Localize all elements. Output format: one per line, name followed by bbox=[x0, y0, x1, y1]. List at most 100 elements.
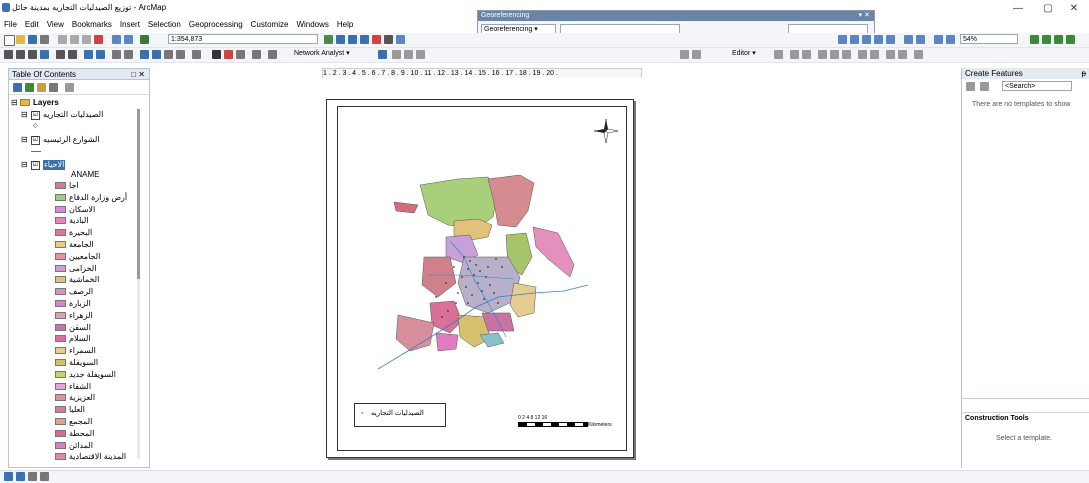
python-icon[interactable] bbox=[384, 35, 393, 44]
list-by-drawing-order-icon[interactable] bbox=[13, 83, 22, 92]
arctoolbox-icon[interactable] bbox=[372, 35, 381, 44]
menu-view[interactable]: View bbox=[43, 18, 68, 32]
solve-icon[interactable] bbox=[416, 50, 425, 59]
zoom-in-fixed-icon[interactable] bbox=[934, 35, 943, 44]
layer-visibility-checkbox[interactable]: ☑ bbox=[31, 136, 40, 145]
class-item[interactable]: الخزامى bbox=[9, 264, 135, 274]
viewer-window-icon[interactable] bbox=[268, 50, 277, 59]
class-color-swatch[interactable] bbox=[55, 252, 66, 260]
layout-tool-3-icon[interactable] bbox=[862, 35, 871, 44]
full-extent-icon[interactable] bbox=[40, 50, 49, 59]
class-color-swatch[interactable] bbox=[55, 264, 66, 272]
sketch-properties-icon[interactable] bbox=[898, 50, 907, 59]
editor-toolbar-icon[interactable] bbox=[324, 35, 333, 44]
focus-frame-icon[interactable] bbox=[1042, 35, 1051, 44]
menu-geoprocessing[interactable]: Geoprocessing bbox=[185, 18, 247, 32]
time-slider-icon[interactable] bbox=[252, 50, 261, 59]
class-color-swatch[interactable] bbox=[55, 418, 66, 425]
undo-icon[interactable] bbox=[112, 35, 121, 44]
class-item[interactable]: السفن bbox=[9, 323, 135, 333]
menu-insert[interactable]: Insert bbox=[116, 18, 144, 32]
list-by-source-icon[interactable] bbox=[25, 83, 34, 92]
find-icon[interactable] bbox=[212, 50, 221, 59]
class-item[interactable]: الخماشية bbox=[9, 275, 135, 285]
pan-icon[interactable] bbox=[28, 50, 37, 59]
fixed-zoom-out-icon[interactable] bbox=[68, 50, 77, 59]
editor-menu[interactable]: Editor ▾ bbox=[730, 49, 768, 59]
menu-help[interactable]: Help bbox=[333, 18, 357, 32]
menu-windows[interactable]: Windows bbox=[292, 18, 332, 32]
class-item[interactable]: الرصف bbox=[9, 287, 135, 297]
layer-main-streets[interactable]: ⊟ ☑ الشوارع الرئيسيه bbox=[9, 135, 149, 145]
class-item[interactable]: الزبارة bbox=[9, 299, 135, 309]
layout-tool-1-icon[interactable] bbox=[838, 35, 847, 44]
fixed-zoom-in-icon[interactable] bbox=[56, 50, 65, 59]
zoom-100-icon[interactable] bbox=[916, 35, 925, 44]
model-builder-icon[interactable] bbox=[396, 35, 405, 44]
layout-view-icon[interactable] bbox=[16, 472, 25, 481]
class-item[interactable]: المحطة bbox=[9, 429, 135, 439]
search-window-icon[interactable] bbox=[360, 35, 369, 44]
clear-selection-icon[interactable] bbox=[124, 50, 133, 59]
table-of-contents-icon[interactable] bbox=[336, 35, 345, 44]
class-color-swatch[interactable] bbox=[55, 300, 66, 307]
menu-selection[interactable]: Selection bbox=[144, 18, 185, 32]
template-search-input[interactable]: <Search> bbox=[1002, 81, 1072, 91]
back-extent-icon[interactable] bbox=[84, 50, 93, 59]
class-color-swatch[interactable] bbox=[55, 441, 66, 449]
delete-icon[interactable] bbox=[94, 35, 103, 44]
class-color-swatch[interactable] bbox=[55, 217, 66, 225]
create-features-icon[interactable] bbox=[914, 50, 923, 59]
layer-pharmacies[interactable]: ⊟ ☑ الصيدليات التجاريه bbox=[9, 110, 149, 120]
redo-icon[interactable] bbox=[124, 35, 133, 44]
class-item[interactable]: اجا bbox=[9, 181, 135, 191]
catalog-icon[interactable] bbox=[348, 35, 357, 44]
close-button[interactable]: ✕ bbox=[1059, 2, 1089, 16]
class-color-swatch[interactable] bbox=[55, 241, 66, 248]
class-color-swatch[interactable] bbox=[55, 205, 66, 213]
class-item[interactable]: السلام bbox=[9, 334, 135, 344]
reshape-icon[interactable] bbox=[830, 50, 839, 59]
layout-tool-4-icon[interactable] bbox=[874, 35, 883, 44]
identify-icon[interactable] bbox=[152, 50, 161, 59]
class-color-swatch[interactable] bbox=[55, 311, 66, 319]
scale-bar[interactable]: 0 2 4 8 12 16 Kilometers bbox=[518, 413, 618, 433]
organize-templates-icon[interactable] bbox=[966, 82, 975, 91]
class-color-swatch[interactable] bbox=[55, 394, 66, 402]
measure-icon[interactable] bbox=[192, 50, 201, 59]
print-icon[interactable] bbox=[40, 35, 49, 44]
panel-splitter[interactable] bbox=[962, 398, 1089, 399]
data-driven-pages-icon[interactable] bbox=[1066, 35, 1075, 44]
class-color-swatch[interactable] bbox=[55, 288, 66, 296]
class-color-swatch[interactable] bbox=[55, 429, 66, 437]
new-route-icon[interactable] bbox=[392, 50, 401, 59]
class-item[interactable]: البادية bbox=[9, 216, 135, 226]
split-icon[interactable] bbox=[858, 50, 867, 59]
scale-combo[interactable]: 1:354,873 bbox=[168, 34, 318, 44]
refresh-icon[interactable] bbox=[28, 472, 37, 481]
cut-icon[interactable] bbox=[58, 35, 67, 44]
network-analyst-menu[interactable]: Network Analyst ▾ bbox=[292, 49, 374, 59]
network-analyst-window-icon[interactable] bbox=[378, 50, 387, 59]
zoom-in-icon[interactable] bbox=[4, 50, 13, 59]
georeferencing-close[interactable]: ▾ ✕ bbox=[859, 11, 870, 21]
class-color-swatch[interactable] bbox=[55, 193, 66, 201]
class-item[interactable]: السويفلة جديد bbox=[9, 370, 135, 380]
class-item[interactable]: العليا bbox=[9, 405, 135, 415]
collapse-toggle-icon[interactable]: ⊟ bbox=[11, 98, 18, 108]
class-item[interactable]: السمراء bbox=[9, 346, 135, 356]
class-item[interactable]: المجمع bbox=[9, 417, 135, 427]
collapse-toggle-icon[interactable]: ⊟ bbox=[21, 110, 28, 120]
class-color-swatch[interactable] bbox=[55, 335, 66, 343]
auto-hide-pin-icon[interactable]: ᵽ bbox=[1082, 68, 1086, 79]
zoom-out-icon[interactable] bbox=[16, 50, 25, 59]
georef-table-icon[interactable] bbox=[692, 50, 701, 59]
cut-polygons-icon[interactable] bbox=[842, 50, 851, 59]
class-item[interactable]: الشفاء bbox=[9, 382, 135, 392]
collapse-toggle-icon[interactable]: ⊟ bbox=[21, 135, 28, 145]
georeferencing-title[interactable]: Georeferencing ▾ ✕ bbox=[478, 11, 874, 21]
trace-icon[interactable] bbox=[802, 50, 811, 59]
map-legend[interactable]: ◦ الصيدليات التجاريه bbox=[354, 403, 446, 427]
paste-icon[interactable] bbox=[82, 35, 91, 44]
class-item[interactable]: السويفلة bbox=[9, 358, 135, 368]
